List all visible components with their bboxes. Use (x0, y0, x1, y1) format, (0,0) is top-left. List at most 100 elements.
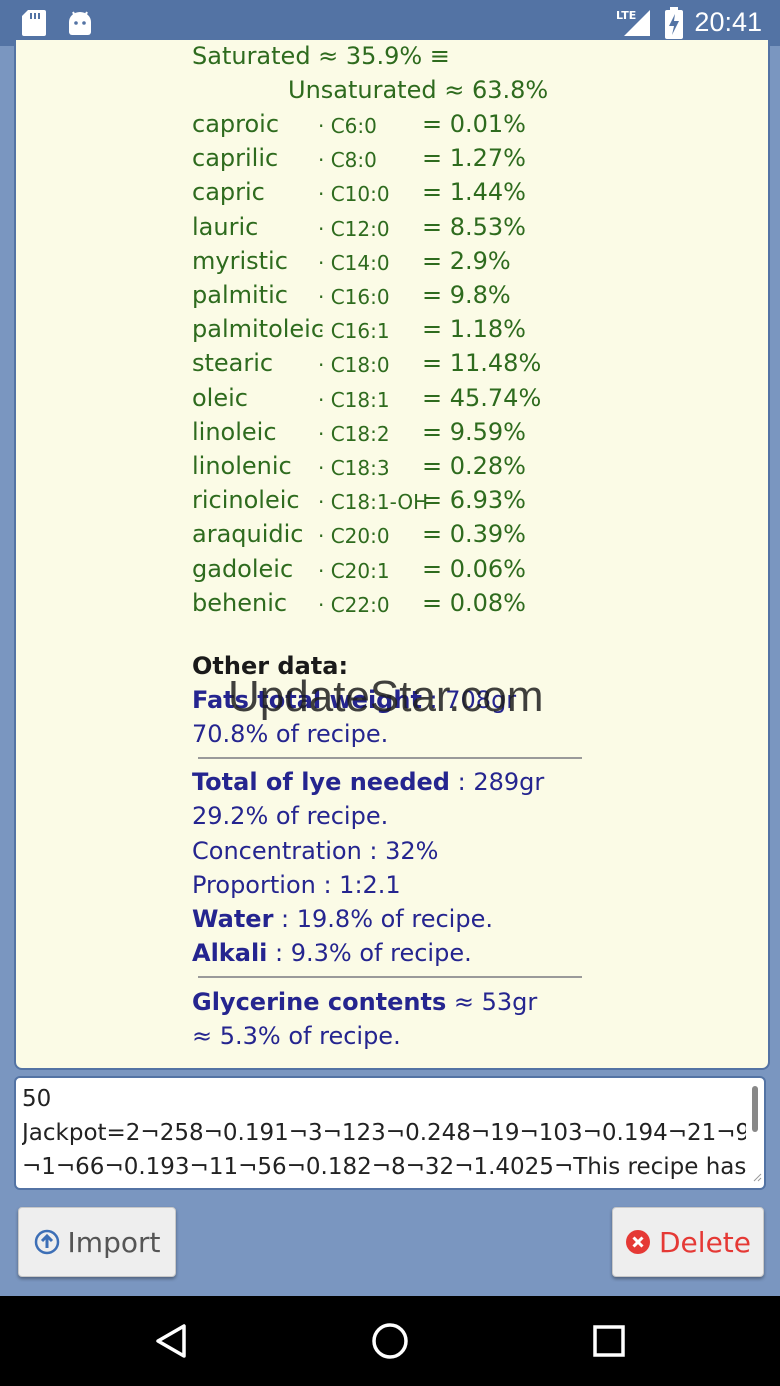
fatty-acid-value: = 1.44% (422, 178, 526, 207)
fatty-acid-row: palmitoleic · C16:1 = 1.18% (192, 315, 592, 349)
navigation-bar (0, 1296, 780, 1386)
fatty-acid-row: araquidic · C20:0 = 0.39% (192, 520, 592, 554)
lye-label: Total of lye needed (192, 768, 450, 796)
fatty-acid-code: · C18:1-OH (318, 490, 429, 515)
battery-charging-icon (664, 7, 684, 43)
fatty-acid-row: stearic · C18:0 = 11.48% (192, 349, 592, 383)
alkali-line: Alkali : 9.3% of recipe. (192, 939, 472, 967)
back-icon[interactable] (152, 1322, 190, 1364)
fatty-acid-name: lauric (192, 212, 259, 241)
clock: 20:41 (694, 7, 762, 37)
recents-icon[interactable] (592, 1324, 626, 1362)
fatty-acid-code: · C18:0 (318, 353, 390, 378)
fatty-acid-value: = 9.8% (422, 281, 511, 309)
svg-text:LTE: LTE (616, 9, 636, 22)
alkali-value: : 9.3% of recipe. (267, 939, 472, 967)
water-value: : 19.8% of recipe. (273, 905, 493, 933)
fatty-acid-row: caprilic · C8:0 = 1.27% (192, 144, 592, 178)
recipe-text-line: 50 (22, 1086, 52, 1112)
fatty-acid-value: = 6.93% (422, 486, 526, 515)
lye-value: : 289gr (450, 768, 545, 796)
fatty-acid-name: capric (192, 178, 265, 207)
fatty-acid-name: ricinoleic (192, 486, 300, 515)
fatty-acid-name: myristic (192, 246, 288, 275)
fatty-acid-code: · C18:1 (318, 387, 390, 412)
fatty-acid-code: · C10:0 (318, 182, 390, 207)
fatty-acid-value: = 11.48% (422, 349, 542, 378)
android-icon (66, 10, 94, 40)
concentration: Concentration : 32% (192, 837, 439, 865)
fatty-acid-value: = 0.39% (422, 520, 526, 549)
divider (198, 757, 582, 759)
textarea-scrollbar[interactable] (752, 1086, 758, 1132)
fatty-acid-code: · C8:0 (318, 148, 377, 173)
import-label: Import (67, 1225, 161, 1259)
fatty-acid-code: · C18:3 (318, 456, 390, 480)
fatty-acid-code: · C16:1 (318, 319, 390, 344)
fatty-acid-value: = 1.18% (422, 315, 526, 344)
saturated-summary: Saturated ≈ 35.9% ≡ (192, 42, 450, 70)
sd-card-icon (22, 10, 46, 40)
fatty-acid-row: ricinoleic · C18:1-OH = 6.93% (192, 486, 592, 520)
fatty-acid-row: caproic · C6:0 = 0.01% (192, 110, 592, 144)
fatty-acid-value: = 0.08% (422, 588, 526, 617)
fatty-acid-value: = 45.74% (422, 383, 542, 412)
fatty-acid-value: = 0.01% (422, 110, 526, 138)
fatty-acid-row: oleic · C18:1 = 45.74% (192, 384, 592, 418)
fatty-acid-code: · C18:2 (318, 421, 390, 446)
recipe-text-line: ¬1¬66¬0.193¬11¬56¬0.182¬8¬32¬1.4025¬This… (22, 1154, 746, 1180)
home-icon[interactable] (371, 1322, 409, 1364)
fatty-acid-value: = 1.27% (422, 144, 526, 173)
fatty-acid-code: · C12:0 (318, 216, 390, 241)
lye-line: Total of lye needed : 289gr (192, 768, 544, 796)
fatty-acid-row: palmitic · C16:0 = 9.8% (192, 281, 592, 315)
fatty-acid-row: gadoleic · C20:1 = 0.06% (192, 555, 592, 589)
recipe-textarea[interactable]: 50 Jackpot=2¬258¬0.191¬3¬123¬0.248¬19¬103… (14, 1076, 766, 1190)
import-button[interactable]: Import (18, 1207, 176, 1277)
fatty-acid-name: caprilic (192, 144, 279, 173)
fatty-acid-code: · C16:0 (318, 285, 390, 309)
recipe-text: 50 Jackpot=2¬258¬0.191¬3¬123¬0.248¬19¬103… (22, 1082, 746, 1184)
fatty-acid-name: linoleic (192, 417, 277, 446)
fatty-acid-code: · C14:0 (318, 250, 390, 275)
glycerine-value: ≈ 53gr (446, 988, 538, 1016)
watermark: UpdateStar.com (228, 672, 544, 721)
fatty-acid-row: linolenic · C18:3 = 0.28% (192, 452, 592, 486)
fatty-acid-name: stearic (192, 349, 274, 378)
fatty-acid-value: = 8.53% (422, 212, 526, 241)
glycerine-percent: ≈ 5.3% of recipe. (192, 1022, 401, 1050)
fatty-acid-name: linolenic (192, 452, 292, 480)
fatty-acid-name: oleic (192, 383, 248, 412)
fatty-acid-row: myristic · C14:0 = 2.9% (192, 247, 592, 281)
fatty-acid-row: linoleic · C18:2 = 9.59% (192, 418, 592, 452)
fatty-acid-name: gadoleic (192, 554, 294, 583)
fatty-acid-value: = 9.59% (422, 417, 526, 446)
fatty-acid-code: · C6:0 (318, 114, 377, 138)
fatty-acid-code: · C20:0 (318, 524, 390, 549)
fatty-acid-name: araquidic (192, 520, 304, 549)
alkali-label: Alkali (192, 939, 268, 967)
resize-handle-icon[interactable] (752, 1167, 762, 1186)
glycerine-label: Glycerine contents (192, 988, 447, 1016)
fatty-acid-code: · C22:0 (318, 592, 390, 617)
upload-icon (34, 1229, 60, 1255)
fatty-acid-row: lauric · C12:0 = 8.53% (192, 213, 592, 247)
fatty-acid-code: · C20:1 (318, 558, 390, 583)
recipe-text-line: Jackpot=2¬258¬0.191¬3¬123¬0.248¬19¬103¬0… (22, 1120, 746, 1146)
fatty-acid-name: behenic (192, 588, 288, 617)
fatty-acid-value: = 0.28% (422, 452, 526, 480)
fatty-acid-name: palmitic (192, 281, 288, 309)
fatty-acid-name: caproic (192, 110, 280, 138)
proportion: Proportion : 1:2.1 (192, 871, 401, 899)
glycerine-line: Glycerine contents ≈ 53gr (192, 988, 537, 1016)
unsaturated-summary: Unsaturated ≈ 63.8% (288, 76, 549, 104)
lye-percent: 29.2% of recipe. (192, 802, 389, 830)
fats-percent: 70.8% of recipe. (192, 720, 389, 748)
divider (198, 976, 582, 978)
water-label: Water (192, 905, 274, 933)
delete-icon (625, 1229, 651, 1255)
delete-button[interactable]: Delete (612, 1207, 764, 1277)
fatty-acid-row: capric · C10:0 = 1.44% (192, 178, 592, 212)
fatty-acid-value: = 0.06% (422, 554, 526, 583)
delete-label: Delete (659, 1225, 751, 1259)
